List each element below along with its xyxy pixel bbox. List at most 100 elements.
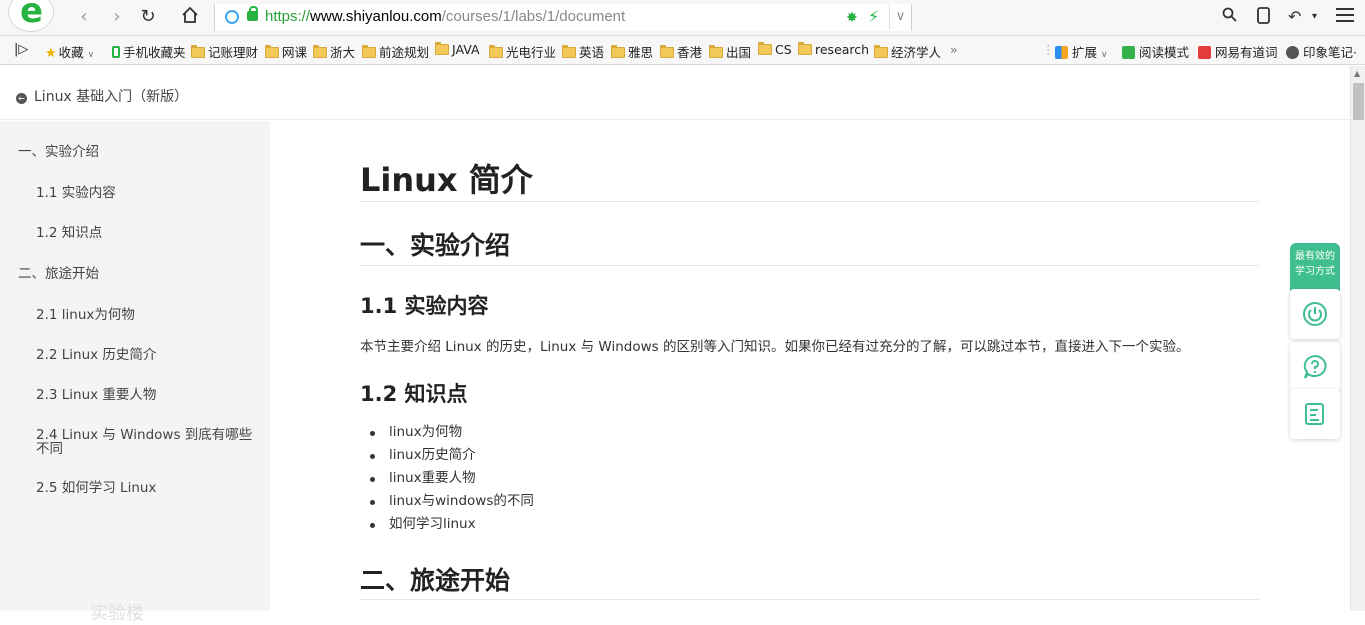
bookmark-label: JAVA bbox=[452, 42, 480, 57]
bookmark-label: 收藏 bbox=[58, 45, 84, 60]
browser-logo-letter: e bbox=[20, 0, 44, 31]
url-text[interactable]: https://www.shiyanlou.com/courses/1/labs… bbox=[265, 8, 625, 25]
menu-icon[interactable] bbox=[1336, 7, 1354, 26]
bookmark-folder[interactable]: research bbox=[798, 42, 869, 57]
url-host: www.shiyanlou.com bbox=[310, 8, 442, 25]
help-button[interactable] bbox=[1290, 342, 1340, 392]
bookmark-label: 光电行业 bbox=[506, 45, 557, 60]
folder-icon bbox=[362, 45, 376, 58]
start-lab-button[interactable] bbox=[1290, 289, 1340, 339]
evernote-button[interactable]: 印象笔记· bbox=[1286, 42, 1357, 61]
reader-mode-button[interactable]: 阅读模式 bbox=[1122, 42, 1189, 61]
section-divider bbox=[360, 265, 1259, 266]
extensions-icon bbox=[1055, 46, 1068, 59]
toc-item[interactable]: 2.1 linux为何物 bbox=[36, 308, 258, 322]
badge-line: 最有效的 bbox=[1295, 251, 1335, 262]
loading-icon[interactable]: ✸ bbox=[846, 10, 858, 26]
course-title: Linux 基础入门（新版） bbox=[34, 89, 189, 105]
bookmark-label: 手机收藏夹 bbox=[123, 45, 186, 60]
toc-item[interactable]: 1.2 知识点 bbox=[36, 226, 258, 240]
badge-line: 学习方式 bbox=[1295, 266, 1335, 277]
toc-item[interactable]: 2.5 如何学习 Linux bbox=[36, 481, 258, 495]
subsection-heading: 1.2 知识点 bbox=[360, 382, 468, 406]
toc-item[interactable]: 一、实验介绍 bbox=[18, 145, 99, 159]
notes-button[interactable] bbox=[1290, 389, 1340, 439]
folder-icon bbox=[709, 45, 723, 58]
bookmark-folder[interactable]: 香港 bbox=[660, 42, 702, 61]
folder-icon bbox=[435, 42, 449, 55]
scrollbar-thumb[interactable] bbox=[1353, 83, 1364, 120]
bookmark-label: 雅思 bbox=[628, 45, 654, 60]
home-icon[interactable] bbox=[179, 6, 201, 28]
folder-icon bbox=[798, 42, 812, 55]
intro-paragraph: 本节主要介绍 Linux 的历史，Linux 与 Windows 的区别等入门知… bbox=[360, 339, 1190, 355]
browser-logo[interactable]: e bbox=[8, 0, 54, 32]
bookmark-folder[interactable]: 英语 bbox=[562, 42, 604, 61]
bookmark-mobile[interactable]: 手机收藏夹 bbox=[112, 42, 186, 61]
folder-icon bbox=[611, 45, 625, 58]
bookmark-label: 英语 bbox=[579, 45, 605, 60]
bookmark-folder[interactable]: 网课 bbox=[265, 42, 307, 61]
bookmark-folder[interactable]: 雅思 bbox=[611, 42, 653, 61]
evernote-icon bbox=[1286, 46, 1299, 59]
bookmarks-more-button[interactable]: » bbox=[950, 42, 958, 57]
back-icon[interactable]: ‹ bbox=[73, 6, 95, 28]
youdao-label: 网易有道词 bbox=[1215, 45, 1278, 60]
security-icon[interactable] bbox=[225, 10, 239, 24]
bookmark-folder[interactable]: 浙大 bbox=[313, 42, 355, 61]
back-to-course-link[interactable]: ← Linux 基础入门（新版） bbox=[16, 86, 188, 106]
course-header: ← Linux 基础入门（新版） bbox=[0, 66, 1350, 120]
bookmark-label: CS bbox=[775, 42, 792, 57]
folder-icon bbox=[313, 45, 327, 58]
section-heading: 一、实验介绍 bbox=[360, 231, 511, 260]
help-icon bbox=[1303, 354, 1327, 379]
toc-item[interactable]: 1.1 实验内容 bbox=[36, 186, 258, 200]
lightning-icon[interactable]: ⚡ bbox=[868, 7, 879, 26]
bookmark-folder[interactable]: 前途规划 bbox=[362, 42, 429, 61]
scroll-up-icon[interactable]: ▲ bbox=[1354, 69, 1360, 78]
reload-icon[interactable]: ↻ bbox=[137, 6, 159, 28]
url-path: /courses/1/labs/1/document bbox=[441, 8, 626, 25]
title-divider bbox=[360, 201, 1259, 202]
section-heading: 二、旅途开始 bbox=[360, 566, 511, 595]
extensions-label: 扩展 bbox=[1072, 45, 1098, 60]
bookmark-folder[interactable]: 记账理财 bbox=[191, 42, 258, 61]
forward-icon[interactable]: › bbox=[106, 6, 128, 28]
bookmark-label: 记账理财 bbox=[208, 45, 259, 60]
chevron-down-icon[interactable]: ∨ bbox=[889, 5, 911, 29]
undo-dropdown-icon[interactable]: ▾ bbox=[1312, 11, 1317, 22]
browser-toolbar: e ‹ › ↻ https://www.shiyanlou.com/course… bbox=[0, 0, 1365, 36]
bookmark-folder[interactable]: 光电行业 bbox=[489, 42, 556, 61]
toc-item[interactable]: 2.3 Linux 重要人物 bbox=[36, 388, 258, 402]
list-item: linux重要人物 bbox=[370, 470, 534, 493]
bookmark-folder[interactable]: 经济学人 bbox=[874, 42, 941, 61]
address-bar[interactable]: https://www.shiyanlou.com/courses/1/labs… bbox=[214, 4, 912, 31]
bookmark-label: 前途规划 bbox=[379, 45, 430, 60]
youdao-button[interactable]: 网易有道词 bbox=[1198, 42, 1278, 61]
folder-icon bbox=[758, 42, 772, 55]
learning-badge[interactable]: 最有效的 学习方式 bbox=[1290, 243, 1340, 301]
toc-item[interactable]: 二、旅途开始 bbox=[18, 267, 99, 281]
search-icon[interactable] bbox=[1222, 7, 1237, 26]
bookmark-label: 出国 bbox=[726, 45, 752, 60]
list-item: linux历史简介 bbox=[370, 447, 534, 470]
extensions-button[interactable]: 扩展 ∨ bbox=[1055, 42, 1108, 61]
page-scrollbar[interactable]: ▲ bbox=[1350, 66, 1365, 611]
bookmark-favorites[interactable]: ★ 收藏 ∨ bbox=[45, 42, 94, 61]
mobile-icon[interactable] bbox=[1257, 7, 1270, 28]
bookmark-folder[interactable]: JAVA bbox=[435, 42, 480, 57]
section-divider bbox=[360, 599, 1259, 600]
sidebar-watermark: 实验楼 bbox=[90, 603, 144, 624]
reader-mode-icon bbox=[1122, 46, 1135, 59]
chevron-down-icon: ∨ bbox=[87, 50, 95, 60]
undo-icon[interactable]: ↶ bbox=[1288, 7, 1301, 26]
toc-item[interactable]: 2.2 Linux 历史简介 bbox=[36, 348, 258, 362]
bookmark-label: 浙大 bbox=[330, 45, 356, 60]
phone-icon bbox=[112, 46, 120, 58]
bookmark-folder[interactable]: CS bbox=[758, 42, 792, 57]
sidebar-toggle-icon[interactable]: |▷ bbox=[14, 42, 28, 57]
separator-icon: ⋮ bbox=[1042, 42, 1055, 57]
list-item: linux为何物 bbox=[370, 424, 534, 447]
toc-item[interactable]: 2.4 Linux 与 Windows 到底有哪些不同 bbox=[36, 428, 258, 456]
bookmark-folder[interactable]: 出国 bbox=[709, 42, 751, 61]
